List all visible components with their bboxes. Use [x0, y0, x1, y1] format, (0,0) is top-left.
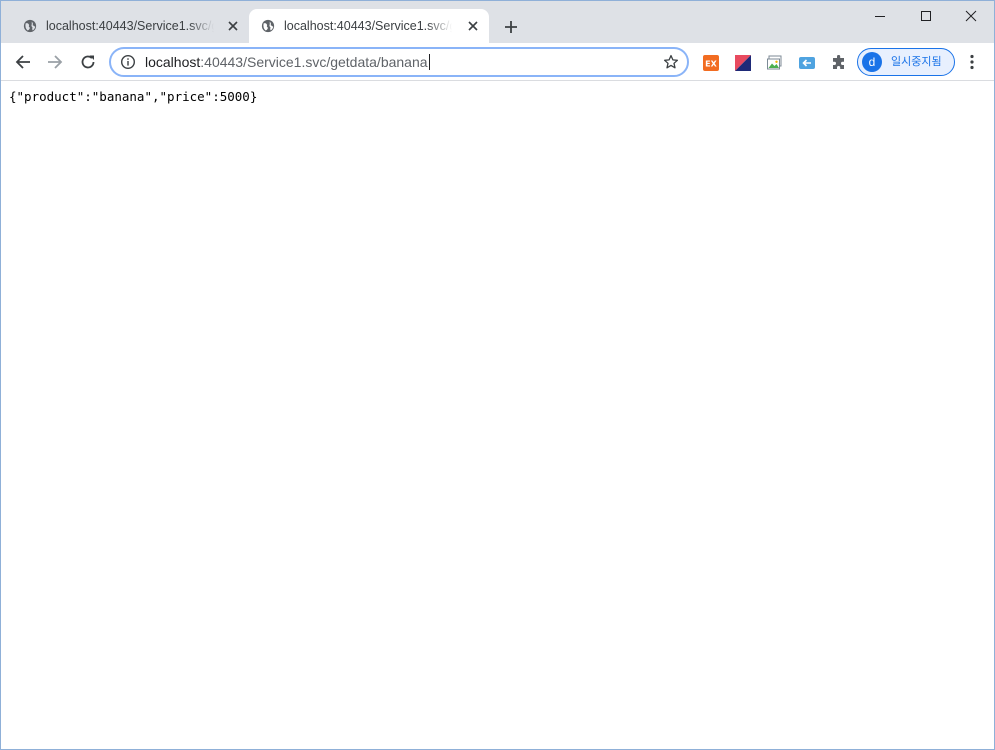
- page-content: {"product":"banana","price":5000}: [1, 81, 994, 749]
- json-response-text: {"product":"banana","price":5000}: [9, 89, 258, 104]
- plus-icon: [505, 21, 517, 33]
- tab-1[interactable]: localhost:40443/Service1.svc/getdata/ban…: [11, 9, 249, 43]
- url-path: :40443/Service1.svc/getdata/banana: [200, 54, 428, 70]
- minimize-icon: [875, 16, 885, 17]
- tab-title: localhost:40443/Service1.svc/getdata/ban…: [46, 19, 214, 33]
- toolbar: localhost:40443/Service1.svc/getdata/ban…: [1, 43, 994, 81]
- puzzle-icon[interactable]: [831, 55, 847, 71]
- minimize-button[interactable]: [857, 1, 903, 31]
- globe-icon: [23, 19, 37, 33]
- ex-extension-icon[interactable]: EX: [703, 55, 719, 71]
- close-icon: [965, 10, 977, 22]
- url-host: localhost: [145, 54, 201, 70]
- arrow-right-icon: [48, 55, 63, 69]
- reload-button[interactable]: [75, 49, 101, 75]
- forward-button[interactable]: [42, 49, 68, 75]
- arrow-extension-icon[interactable]: [799, 55, 815, 71]
- svg-text:EX: EX: [705, 60, 717, 69]
- browser-window: localhost:40443/Service1.svc/getdata/ban…: [0, 0, 995, 750]
- new-tab-button[interactable]: [500, 16, 522, 38]
- maximize-icon: [921, 11, 931, 21]
- reload-icon: [81, 55, 95, 69]
- tab-strip: localhost:40443/Service1.svc/getdata/ban…: [1, 1, 994, 43]
- url-text[interactable]: localhost:40443/Service1.svc/getdata/ban…: [145, 54, 430, 71]
- flag-extension-icon[interactable]: [735, 55, 751, 71]
- profile-button[interactable]: d 일시중지됨: [857, 48, 955, 76]
- browser-menu-button[interactable]: [963, 53, 981, 71]
- back-button[interactable]: [10, 49, 36, 75]
- maximize-button[interactable]: [903, 1, 949, 31]
- profile-status: 일시중지됨: [891, 55, 942, 68]
- arrow-left-icon: [15, 55, 30, 69]
- globe-icon: [261, 19, 275, 33]
- close-tab-icon[interactable]: [465, 18, 481, 34]
- address-bar[interactable]: localhost:40443/Service1.svc/getdata/ban…: [109, 47, 689, 77]
- text-caret: [428, 54, 430, 70]
- info-icon[interactable]: [120, 54, 136, 70]
- more-vert-icon: [970, 54, 974, 70]
- close-window-button[interactable]: [948, 1, 994, 31]
- tab-title: localhost:40443/Service1.svc/getdata/ban…: [284, 19, 452, 33]
- image-extension-icon[interactable]: [767, 55, 783, 71]
- star-icon[interactable]: [663, 54, 679, 70]
- tab-2[interactable]: localhost:40443/Service1.svc/getdata/ban…: [249, 9, 489, 43]
- close-tab-icon[interactable]: [225, 18, 241, 34]
- avatar: d: [862, 52, 882, 72]
